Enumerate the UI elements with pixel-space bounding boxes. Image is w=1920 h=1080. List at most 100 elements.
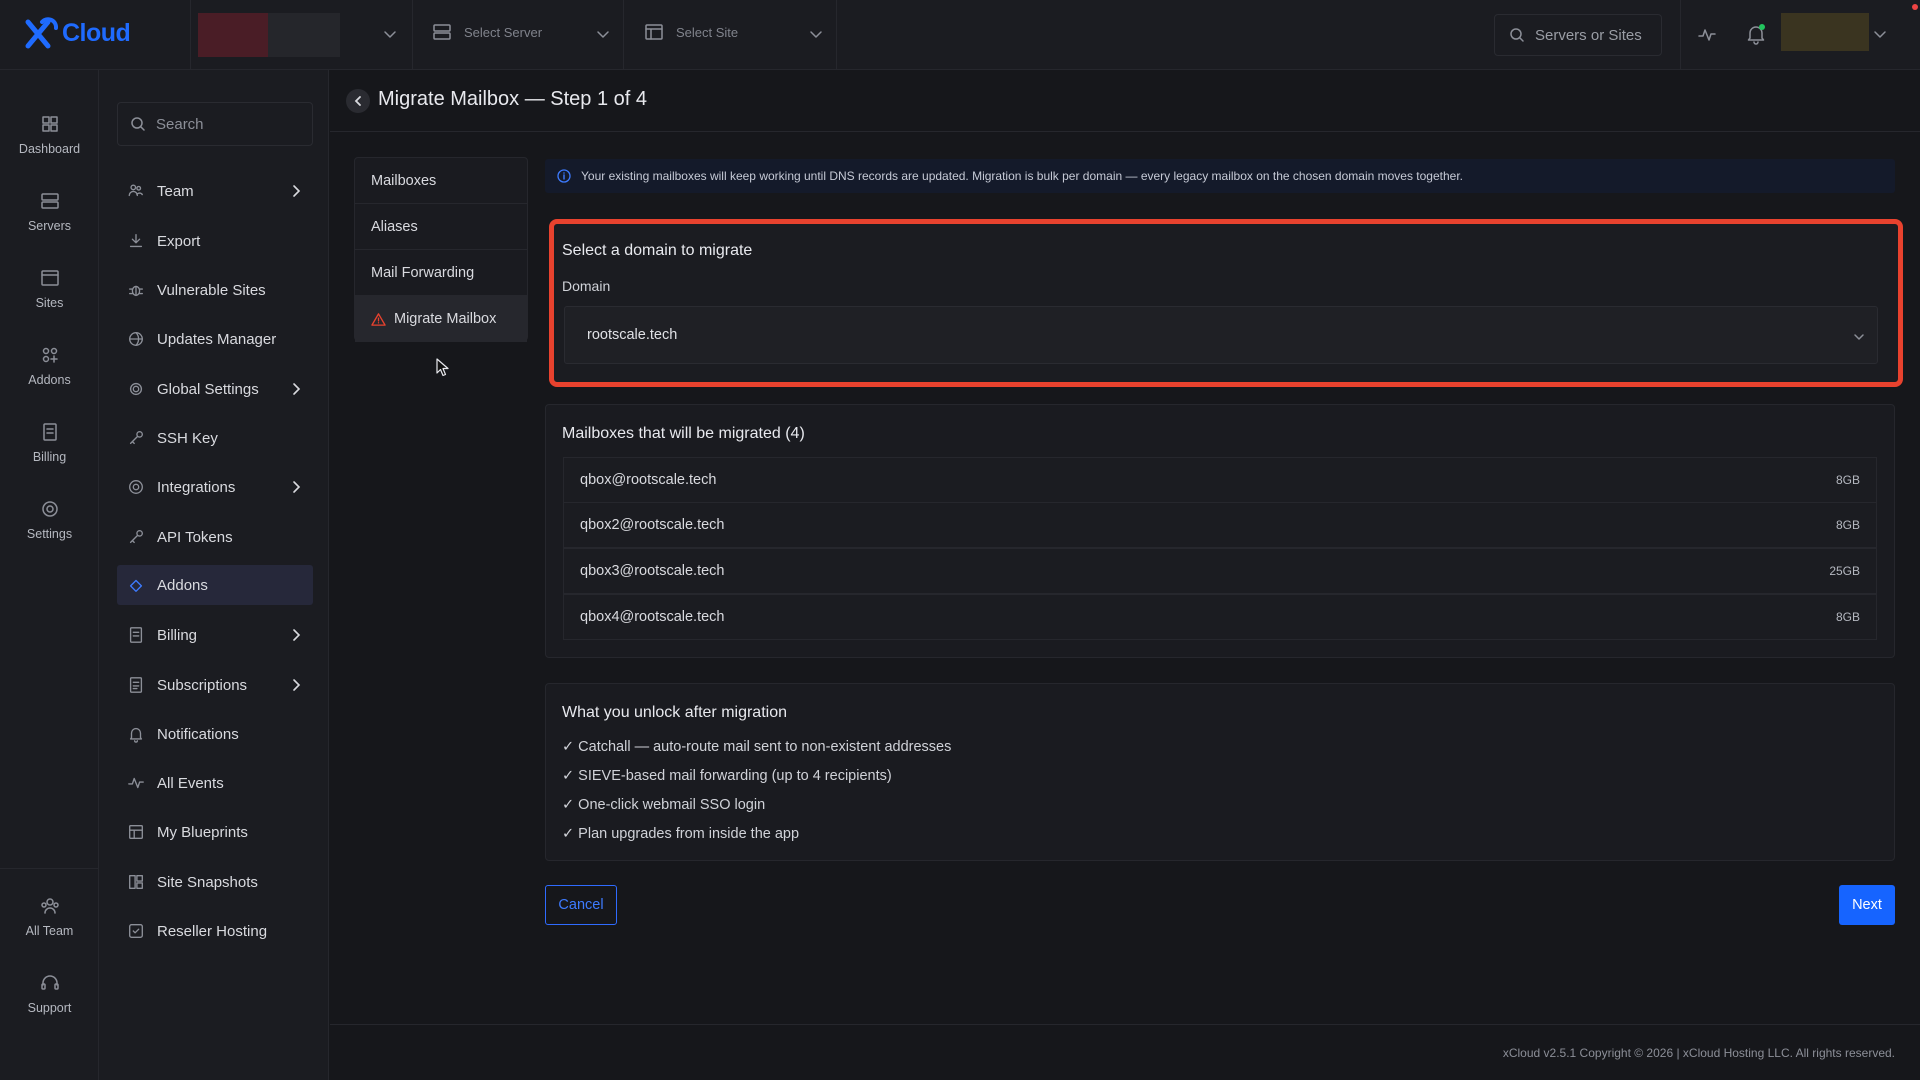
server-icon (433, 24, 451, 40)
billing-icon (129, 627, 143, 643)
chevron-down-icon[interactable] (596, 27, 610, 41)
menu-item-all-events[interactable]: All Events (117, 763, 313, 803)
rail-item-sites[interactable]: Sites (0, 268, 99, 310)
brand-name: Cloud (62, 18, 131, 47)
subnav-item-mail-forwarding[interactable]: Mail Forwarding (355, 250, 527, 296)
chevron-down-icon[interactable] (809, 27, 823, 41)
page-title: Migrate Mailbox — Step 1 of 4 (378, 88, 648, 110)
chevron-down-icon[interactable] (383, 27, 397, 41)
chevron-down-icon[interactable] (1873, 27, 1887, 41)
warning-icon (371, 312, 386, 326)
key-icon (129, 530, 143, 544)
team-icon (128, 184, 143, 197)
rail-item-addons[interactable]: Addons (0, 345, 99, 387)
activity-icon (128, 777, 144, 789)
chevron-right-icon (293, 185, 301, 197)
chevron-right-icon (293, 679, 301, 691)
icon-rail: Dashboard Servers Sites Addons Billing S… (0, 70, 99, 1080)
menu-item-team[interactable]: Team (117, 171, 313, 211)
mailbox-address: qbox@rootscale.tech (580, 472, 717, 488)
domain-select-card: Select a domain to migrate Domain rootsc… (549, 219, 1903, 387)
activity-icon[interactable] (1697, 25, 1717, 45)
menu-item-ssh-key[interactable]: SSH Key (117, 418, 313, 458)
global-search-placeholder: Servers or Sites (1535, 26, 1642, 44)
mailbox-row: qbox2@rootscale.tech 8GB (563, 502, 1877, 548)
key-icon (129, 431, 143, 445)
unlock-item: ✓ Plan upgrades from inside the app (562, 826, 800, 842)
site-select-label: Select Site (676, 24, 739, 40)
mail-subnav: Mailboxes Aliases Mail Forwarding Migrat… (354, 157, 528, 342)
menu-item-addons[interactable]: Addons (117, 565, 313, 605)
rail-label: Addons (28, 373, 71, 387)
server-select[interactable]: Select Server (432, 22, 542, 42)
server-select-label: Select Server (464, 24, 543, 40)
menu-item-billing[interactable]: Billing (117, 615, 313, 655)
rail-item-billing[interactable]: Billing (0, 422, 99, 464)
rail-label: Settings (26, 527, 73, 541)
team-switcher[interactable] (198, 13, 340, 57)
dashboard-icon (41, 116, 58, 132)
mailbox-row: qbox3@rootscale.tech 25GB (563, 548, 1877, 594)
billing-icon (42, 423, 57, 441)
chevron-right-icon (293, 481, 301, 493)
search-icon (1510, 28, 1524, 42)
subnav-item-migrate-mailbox[interactable]: Migrate Mailbox (355, 296, 527, 342)
rail-label: Support (27, 1001, 72, 1015)
menu-item-export[interactable]: Export (117, 221, 313, 261)
menu-item-api-tokens[interactable]: API Tokens (117, 517, 313, 557)
back-button[interactable] (346, 89, 370, 113)
settings-icon (41, 501, 58, 517)
rail-label: Sites (35, 296, 64, 310)
next-button[interactable]: Next (1839, 885, 1895, 925)
subnav-item-aliases[interactable]: Aliases (355, 204, 527, 250)
menu-item-reseller-hosting[interactable]: Reseller Hosting (117, 911, 313, 951)
subscriptions-icon (129, 677, 143, 693)
side-search-input[interactable]: Search (117, 102, 313, 146)
chevron-left-icon (354, 96, 361, 106)
info-text: Your existing mailboxes will keep workin… (581, 169, 1464, 183)
rail-item-dashboard[interactable]: Dashboard (0, 114, 99, 156)
addons-icon (129, 579, 143, 592)
menu-item-label: Notifications (157, 725, 239, 743)
rail-item-settings[interactable]: Settings (0, 499, 99, 541)
menu-item-label: Billing (157, 626, 198, 644)
menu-item-subscriptions[interactable]: Subscriptions (117, 665, 313, 705)
mailboxes-title: Mailboxes that will be migrated (4) (562, 425, 805, 442)
menu-item-label: Vulnerable Sites (157, 281, 266, 299)
menu-item-updates-manager[interactable]: Updates Manager (117, 319, 313, 359)
menu-item-label: Addons (157, 576, 208, 594)
bell-icon[interactable] (1745, 23, 1767, 45)
mouse-cursor-icon (436, 358, 449, 377)
menu-item-vulnerable-sites[interactable]: Vulnerable Sites (117, 270, 313, 310)
settings-side-menu: Search Team Export Vulnerable Sites Updates… (99, 70, 329, 1080)
cancel-button[interactable]: Cancel (545, 885, 617, 925)
snapshot-icon (129, 875, 143, 889)
global-search[interactable]: Servers or Sites (1494, 14, 1662, 56)
rail-item-servers[interactable]: Servers (0, 191, 99, 233)
menu-item-label: All Events (157, 774, 224, 792)
chevron-right-icon (293, 383, 301, 395)
menu-item-site-snapshots[interactable]: Site Snapshots (117, 862, 313, 902)
mailbox-address: qbox3@rootscale.tech (580, 563, 725, 579)
menu-item-my-blueprints[interactable]: My Blueprints (117, 812, 313, 852)
avatar[interactable] (1781, 13, 1869, 51)
menu-item-label: Subscriptions (157, 676, 248, 694)
logo[interactable]: Cloud (22, 14, 131, 52)
side-search-placeholder: Search (156, 115, 204, 133)
menu-item-label: Site Snapshots (157, 873, 258, 891)
menu-item-integrations[interactable]: Integrations (117, 467, 313, 507)
unlock-item: ✓ SIEVE-based mail forwarding (up to 4 r… (562, 768, 892, 784)
rail-item-all-team[interactable]: All Team (0, 896, 99, 938)
subnav-item-mailboxes[interactable]: Mailboxes (355, 158, 527, 204)
integrations-icon (129, 480, 143, 494)
menu-item-label: Team (157, 182, 194, 200)
site-select[interactable]: Select Site (644, 22, 738, 42)
rail-item-support[interactable]: Support (0, 973, 99, 1015)
sites-icon (40, 270, 59, 286)
menu-item-notifications[interactable]: Notifications (117, 714, 313, 754)
menu-item-global-settings[interactable]: Global Settings (117, 369, 313, 409)
reseller-icon (129, 924, 143, 938)
rail-label: All Team (25, 924, 74, 938)
support-icon (40, 975, 59, 990)
domain-select[interactable]: rootscale.tech (564, 306, 1878, 364)
